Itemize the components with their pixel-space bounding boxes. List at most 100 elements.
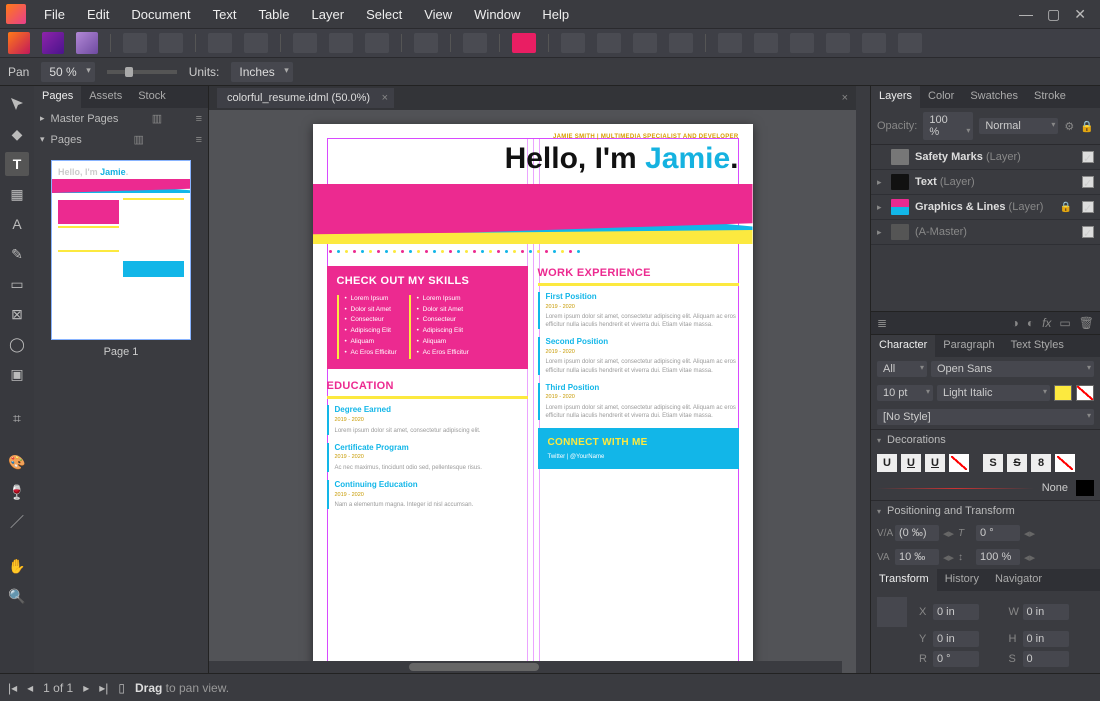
close-tab-icon[interactable]: × — [382, 92, 388, 104]
toolbar-button[interactable] — [862, 33, 886, 53]
tracking-field[interactable]: 10 ‰ — [895, 549, 939, 565]
toolbar-button[interactable] — [561, 33, 585, 53]
horizontal-scrollbar[interactable] — [209, 661, 842, 673]
maximize-icon[interactable]: ▢ — [1047, 6, 1060, 23]
toolbar-button[interactable] — [597, 33, 621, 53]
positioning-header[interactable]: Positioning and Transform — [871, 500, 1100, 521]
strike-none-btn[interactable] — [1055, 454, 1075, 472]
next-page-icon[interactable]: ▸ — [83, 681, 89, 695]
menu-layer[interactable]: Layer — [302, 3, 355, 26]
tab-navigator[interactable]: Navigator — [987, 569, 1050, 591]
pages-options-icon[interactable]: ≡ — [196, 134, 202, 146]
menu-file[interactable]: File — [34, 3, 75, 26]
shear-field[interactable]: 0 ° — [976, 525, 1020, 541]
persona-publisher-icon[interactable] — [8, 32, 30, 54]
w-field[interactable]: 0 in — [1023, 604, 1069, 620]
preflight-icon[interactable]: ▯ — [118, 681, 125, 695]
lock-icon[interactable]: 🔒 — [1080, 120, 1094, 133]
anchor-widget[interactable] — [877, 597, 907, 627]
menu-edit[interactable]: Edit — [77, 3, 119, 26]
visibility-checkbox[interactable]: ✓ — [1082, 226, 1094, 238]
kerning-field[interactable]: (0 ‰) — [895, 525, 939, 541]
toolbar-button[interactable] — [790, 33, 814, 53]
vector-brush-tool-icon[interactable]: ／ — [5, 510, 29, 534]
pages-header[interactable]: ▾ Pages ▥ ≡ — [34, 129, 208, 150]
units-dropdown[interactable]: Inches — [231, 62, 292, 82]
crop-tool-icon[interactable]: ⌗ — [5, 406, 29, 430]
persona-designer-icon[interactable] — [76, 32, 98, 54]
tab-stock[interactable]: Stock — [130, 86, 174, 108]
tab-transform[interactable]: Transform — [871, 569, 937, 591]
blend-dropdown[interactable]: Normal — [979, 118, 1058, 134]
toolbar-button[interactable] — [208, 33, 232, 53]
page-thumbnail[interactable]: Hello, I'm Jamie. — [51, 160, 191, 340]
adjustment-icon[interactable]: ◐ — [1027, 316, 1034, 330]
text-style-dropdown[interactable]: [No Style] — [877, 409, 1094, 425]
tab-pages[interactable]: Pages — [34, 86, 81, 108]
tab-assets[interactable]: Assets — [81, 86, 130, 108]
toolbar-button[interactable] — [898, 33, 922, 53]
visibility-checkbox[interactable]: ✓ — [1082, 151, 1094, 163]
gear-icon[interactable]: ⚙ — [1064, 120, 1074, 133]
menu-select[interactable]: Select — [356, 3, 412, 26]
toolbar-button[interactable] — [365, 33, 389, 53]
pages-add-icon[interactable]: ▥ — [133, 133, 143, 146]
zoom-slider[interactable] — [107, 70, 177, 74]
delete-layer-icon[interactable]: 🗑 — [1079, 316, 1094, 330]
text-stroke-swatch[interactable] — [1076, 385, 1094, 401]
tab-text-styles[interactable]: Text Styles — [1003, 335, 1072, 357]
strike-btn[interactable]: S — [983, 454, 1003, 472]
x-field[interactable]: 0 in — [933, 604, 979, 620]
tab-paragraph[interactable]: Paragraph — [935, 335, 1002, 357]
tab-history[interactable]: History — [937, 569, 987, 591]
s-field[interactable]: 0 — [1023, 651, 1069, 667]
underline-none-btn[interactable] — [949, 454, 969, 472]
layer-row[interactable]: ▸Graphics & Lines (Layer)🔒✓ — [871, 195, 1100, 220]
layers-icon[interactable]: ≣ — [877, 316, 887, 330]
master-pages-header[interactable]: ▸ Master Pages ▥ ≡ — [34, 108, 208, 129]
strike3-btn[interactable]: 8 — [1031, 454, 1051, 472]
layer-row[interactable]: ▸Text (Layer)✓ — [871, 170, 1100, 195]
pan-tool-icon[interactable]: ✋ — [5, 554, 29, 578]
toolbar-button[interactable] — [293, 33, 317, 53]
ellipse-tool-icon[interactable]: ◯ — [5, 332, 29, 356]
canvas[interactable]: JAMIE SMITH | MULTIMEDIA SPECIALIST AND … — [209, 110, 856, 673]
toolbar-button[interactable] — [244, 33, 268, 53]
toolbar-button[interactable] — [123, 33, 147, 53]
fill-tool-icon[interactable]: 🎨 — [5, 450, 29, 474]
toolbar-button[interactable] — [463, 33, 487, 53]
visibility-checkbox[interactable]: ✓ — [1082, 176, 1094, 188]
opacity-dropdown[interactable]: 100 % — [923, 112, 973, 140]
persona-photo-icon[interactable] — [42, 32, 64, 54]
toolbar-button[interactable] — [826, 33, 850, 53]
menu-document[interactable]: Document — [121, 3, 200, 26]
zoom-dropdown[interactable]: 50 % — [41, 62, 94, 82]
menu-text[interactable]: Text — [203, 3, 247, 26]
snapping-icon[interactable] — [512, 33, 536, 53]
zoom-tool-icon[interactable]: 🔍 — [5, 584, 29, 608]
document-tab[interactable]: colorful_resume.idml (50.0%) × — [217, 88, 394, 108]
tabs-close-all-icon[interactable]: × — [842, 92, 848, 104]
prev-page-icon[interactable]: ◂ — [27, 681, 33, 695]
font-style-dropdown[interactable]: Light Italic — [937, 385, 1050, 401]
hscale-field[interactable]: 100 % — [976, 549, 1020, 565]
pages-add-icon[interactable]: ▥ — [152, 112, 162, 125]
fx-icon[interactable]: fx — [1042, 316, 1051, 330]
toolbar-button[interactable] — [633, 33, 657, 53]
toolbar-button[interactable] — [414, 33, 438, 53]
first-page-icon[interactable]: |◂ — [8, 681, 17, 695]
menu-window[interactable]: Window — [464, 3, 530, 26]
page[interactable]: JAMIE SMITH | MULTIMEDIA SPECIALIST AND … — [313, 124, 753, 673]
toolbar-button[interactable] — [329, 33, 353, 53]
font-size-dropdown[interactable]: 10 pt — [877, 385, 933, 401]
close-icon[interactable]: ✕ — [1074, 6, 1086, 23]
pen-tool-icon[interactable]: ✎ — [5, 242, 29, 266]
tab-layers[interactable]: Layers — [871, 86, 920, 108]
transparency-tool-icon[interactable]: 🍷 — [5, 480, 29, 504]
last-page-icon[interactable]: ▸| — [99, 681, 108, 695]
y-field[interactable]: 0 in — [933, 631, 979, 647]
table-tool-icon[interactable]: ▦ — [5, 182, 29, 206]
tab-swatches[interactable]: Swatches — [962, 86, 1026, 108]
toolbar-button[interactable] — [669, 33, 693, 53]
visibility-checkbox[interactable]: ✓ — [1082, 201, 1094, 213]
